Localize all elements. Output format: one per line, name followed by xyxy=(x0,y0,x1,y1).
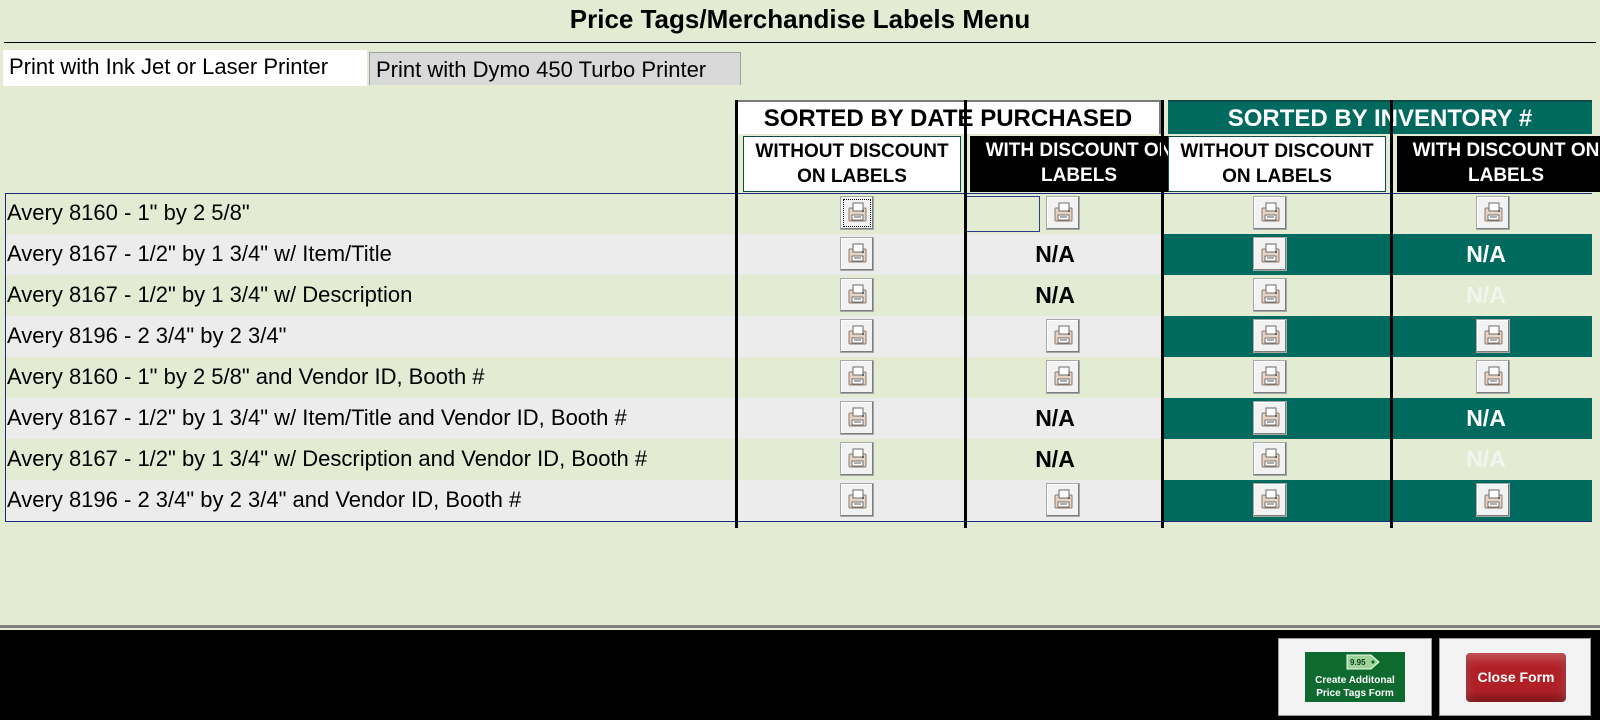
print-button-inventory-without-discount[interactable] xyxy=(1253,442,1287,476)
print-button-date-with-discount[interactable] xyxy=(1046,319,1080,353)
printer-icon xyxy=(848,448,867,468)
discount-input-box[interactable] xyxy=(966,196,1040,232)
not-available-label: N/A xyxy=(1035,241,1075,267)
printer-icon xyxy=(1484,202,1503,222)
row-label: Avery 8160 - 1" by 2 5/8" xyxy=(7,200,250,225)
print-button-inventory-with-discount[interactable] xyxy=(1476,196,1510,230)
printer-icon xyxy=(848,243,867,263)
print-button-inventory-with-discount[interactable] xyxy=(1476,483,1510,517)
row-label: Avery 8196 - 2 3/4" by 2 3/4" xyxy=(7,323,287,348)
row-label: Avery 8160 - 1" by 2 5/8" and Vendor ID,… xyxy=(7,364,485,389)
printer-icon xyxy=(1261,243,1280,263)
inventory-section-fill xyxy=(1164,316,1592,357)
print-button-date-without-discount[interactable] xyxy=(840,442,874,476)
print-button-date-without-discount[interactable] xyxy=(840,483,874,517)
not-available-label: N/A xyxy=(1466,405,1506,431)
printer-icon xyxy=(848,325,867,345)
printer-icon xyxy=(1261,202,1280,222)
not-available-label: N/A xyxy=(1466,446,1506,472)
subheader-date-with-discount: WITH DISCOUNT ON LABELS xyxy=(970,136,1188,192)
row-label: Avery 8196 - 2 3/4" by 2 3/4" and Vendor… xyxy=(7,487,522,512)
subheader-date-without-discount: WITHOUT DISCOUNT ON LABELS xyxy=(743,136,961,192)
printer-icon xyxy=(848,489,867,509)
print-button-date-without-discount[interactable] xyxy=(840,278,874,312)
print-button-date-without-discount[interactable] xyxy=(840,360,874,394)
tab-dymo[interactable]: Print with Dymo 450 Turbo Printer xyxy=(369,52,741,85)
price-tag-icon: 9.95 xyxy=(1346,654,1380,670)
column-divider xyxy=(735,100,738,528)
tab-inkjet-laser[interactable]: Print with Ink Jet or Laser Printer xyxy=(3,50,367,87)
print-button-inventory-without-discount[interactable] xyxy=(1253,401,1287,435)
printer-icon xyxy=(1261,366,1280,386)
printer-icon xyxy=(1054,366,1073,386)
print-button-inventory-with-discount[interactable] xyxy=(1476,319,1510,353)
column-divider xyxy=(964,100,967,528)
title-divider xyxy=(4,42,1596,43)
printer-icon xyxy=(1484,325,1503,345)
close-form-face: Close Form xyxy=(1466,653,1566,702)
close-form-button[interactable]: Close Form xyxy=(1439,638,1591,716)
printer-icon xyxy=(1261,448,1280,468)
not-available-label: N/A xyxy=(1466,282,1506,308)
print-button-date-without-discount[interactable] xyxy=(840,196,874,230)
print-button-inventory-without-discount[interactable] xyxy=(1253,483,1287,517)
printer-icon xyxy=(848,284,867,304)
inventory-section-fill xyxy=(1164,480,1592,521)
create-price-tags-face: 9.95 Create Additonal Price Tags Form xyxy=(1305,652,1405,702)
printer-icon xyxy=(1261,284,1280,304)
print-button-date-with-discount[interactable] xyxy=(1046,360,1080,394)
header-sorted-by-inventory: SORTED BY INVENTORY # xyxy=(1168,100,1592,134)
printer-icon xyxy=(1261,325,1280,345)
row-label: Avery 8167 - 1/2" by 1 3/4" w/ Item/Titl… xyxy=(7,405,627,430)
row-label: Avery 8167 - 1/2" by 1 3/4" w/ Descripti… xyxy=(7,446,648,471)
not-available-label: N/A xyxy=(1035,446,1075,472)
not-available-label: N/A xyxy=(1466,241,1506,267)
column-divider xyxy=(1161,100,1164,528)
not-available-label: N/A xyxy=(1035,405,1075,431)
printer-icon xyxy=(848,407,867,427)
column-divider xyxy=(1390,100,1393,528)
printer-icon xyxy=(1261,489,1280,509)
printer-icon xyxy=(848,202,867,222)
printer-icon xyxy=(1484,489,1503,509)
print-button-inventory-without-discount[interactable] xyxy=(1253,319,1287,353)
print-button-inventory-without-discount[interactable] xyxy=(1253,237,1287,271)
printer-icon xyxy=(1484,366,1503,386)
print-button-inventory-with-discount[interactable] xyxy=(1476,360,1510,394)
printer-icon xyxy=(1054,489,1073,509)
printer-icon xyxy=(848,366,867,386)
print-button-inventory-without-discount[interactable] xyxy=(1253,196,1287,230)
footer-separator xyxy=(0,625,1600,628)
print-button-date-with-discount[interactable] xyxy=(1046,483,1080,517)
row-label: Avery 8167 - 1/2" by 1 3/4" w/ Descripti… xyxy=(7,282,413,307)
print-button-inventory-without-discount[interactable] xyxy=(1253,278,1287,312)
row-label: Avery 8167 - 1/2" by 1 3/4" w/ Item/Titl… xyxy=(7,241,392,266)
subheader-inventory-without-discount: WITHOUT DISCOUNT ON LABELS xyxy=(1168,136,1386,192)
printer-icon xyxy=(1054,325,1073,345)
create-price-tags-button[interactable]: 9.95 Create Additonal Price Tags Form xyxy=(1278,638,1432,716)
printer-icon xyxy=(1054,202,1073,222)
printer-icon xyxy=(1261,407,1280,427)
print-button-date-without-discount[interactable] xyxy=(840,401,874,435)
subheader-inventory-with-discount: WITH DISCOUNT ON LABELS xyxy=(1397,136,1600,192)
not-available-label: N/A xyxy=(1035,282,1075,308)
print-button-date-without-discount[interactable] xyxy=(840,319,874,353)
print-button-inventory-without-discount[interactable] xyxy=(1253,360,1287,394)
create-price-tags-label: Create Additonal Price Tags Form xyxy=(1315,675,1395,699)
page-title: Price Tags/Merchandise Labels Menu xyxy=(569,4,1031,34)
svg-text:9.95: 9.95 xyxy=(1350,658,1366,667)
print-button-date-with-discount[interactable] xyxy=(1046,196,1080,230)
header-sorted-by-date: SORTED BY DATE PURCHASED xyxy=(737,100,1161,134)
print-button-date-without-discount[interactable] xyxy=(840,237,874,271)
